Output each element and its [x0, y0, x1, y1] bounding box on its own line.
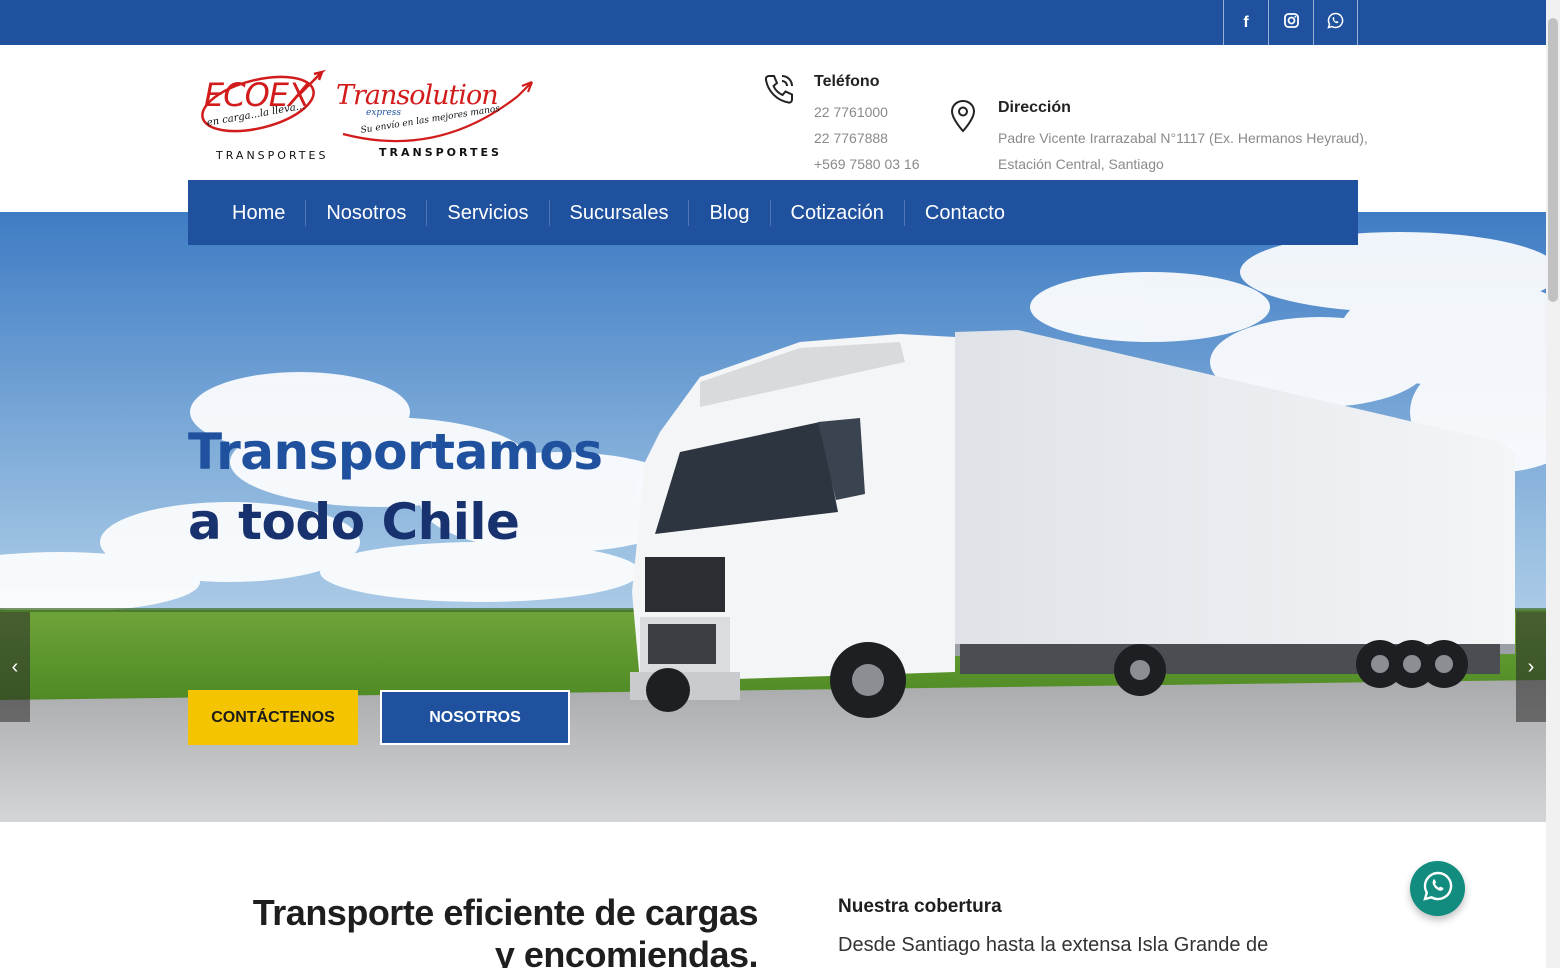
- whatsapp-icon: [1422, 870, 1454, 907]
- phone-line-1[interactable]: 22 7761000: [814, 99, 920, 125]
- logo-transolution-small: express: [366, 108, 402, 118]
- slider-next-button[interactable]: ›: [1516, 612, 1546, 722]
- phone-title: Teléfono: [814, 73, 880, 90]
- hero-title: Transportamos a todo Chile: [188, 417, 603, 557]
- instagram-icon: [1283, 12, 1299, 33]
- phone-icon: [762, 72, 796, 111]
- hero-title-line-2: a todo Chile: [188, 493, 520, 551]
- company-logos[interactable]: ECOEX en carga...la lleva... TRANSPORTES…: [198, 64, 543, 164]
- scrollbar-thumb[interactable]: [1548, 18, 1558, 302]
- logo-transolution-sub: TRANSPORTES: [379, 146, 502, 159]
- about-us-button[interactable]: NOSOTROS: [380, 690, 570, 745]
- hero-title-line-1: Transportamos: [188, 423, 603, 481]
- address-line-1: Padre Vicente Irarrazabal N°1117 (Ex. He…: [998, 130, 1368, 146]
- whatsapp-icon: [1327, 12, 1344, 34]
- nav-item-nosotros[interactable]: Nosotros: [305, 199, 426, 226]
- nav-item-cotizacion[interactable]: Cotización: [769, 199, 904, 226]
- phone-block: Teléfono 22 7761000 22 7767888 +569 7580…: [814, 73, 920, 177]
- top-bar: f: [0, 0, 1546, 45]
- nav-item-blog[interactable]: Blog: [688, 199, 769, 226]
- nav-item-servicios[interactable]: Servicios: [426, 199, 548, 226]
- contact-us-button[interactable]: CONTÁCTENOS: [188, 690, 358, 745]
- location-pin-icon: [950, 99, 976, 138]
- coverage-title: Nuestra cobertura: [838, 896, 1002, 917]
- slider-prev-button[interactable]: ‹: [0, 612, 30, 722]
- chevron-right-icon: ›: [1527, 655, 1535, 678]
- address-title: Dirección: [998, 99, 1071, 116]
- nav-item-contacto[interactable]: Contacto: [903, 199, 1025, 226]
- logo-transolution-name: Transolution: [336, 80, 499, 111]
- nav-item-home[interactable]: Home: [212, 200, 305, 226]
- whatsapp-link[interactable]: [1313, 0, 1358, 45]
- chevron-left-icon: ‹: [11, 655, 19, 678]
- main-nav: Home Nosotros Servicios Sucursales Blog …: [188, 180, 1358, 245]
- address-block: Dirección Padre Vicente Irarrazabal N°11…: [998, 99, 1368, 177]
- phone-line-2[interactable]: 22 7767888: [814, 125, 920, 151]
- nav-item-sucursales[interactable]: Sucursales: [548, 199, 689, 226]
- facebook-link[interactable]: f: [1223, 0, 1268, 45]
- section-heading: Transporte eficiente de cargas y encomie…: [252, 892, 759, 968]
- address-line-2: Estación Central, Santiago: [998, 156, 1164, 172]
- phone-line-3[interactable]: +569 7580 03 16: [814, 151, 920, 177]
- coverage-text: Desde Santiago hasta la extensa Isla Gra…: [838, 934, 1269, 956]
- whatsapp-float-button[interactable]: [1410, 861, 1465, 916]
- instagram-link[interactable]: [1268, 0, 1313, 45]
- facebook-icon: f: [1243, 13, 1249, 31]
